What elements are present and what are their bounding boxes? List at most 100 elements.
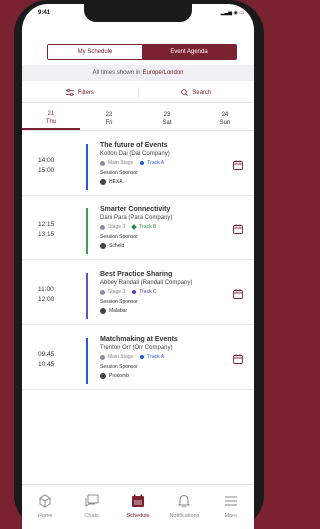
- track-color-bar: [86, 273, 88, 319]
- sponsor-logo-icon: [100, 373, 106, 379]
- track-color-bar: [86, 208, 88, 254]
- day-name: Thu: [45, 118, 57, 125]
- filters-button[interactable]: Filters: [22, 83, 138, 102]
- tab-more-label: More: [224, 513, 238, 519]
- tab-chats[interactable]: Chats: [68, 485, 114, 529]
- session-item[interactable]: 11:00 12:00 Best Practice Sharing Abbey …: [22, 263, 254, 325]
- timezone-prefix: All times shown in: [92, 70, 141, 76]
- timezone-location[interactable]: Europe/London: [142, 70, 183, 76]
- sponsor-name: Scheld: [109, 243, 125, 249]
- day-number: 23: [163, 111, 171, 118]
- day-number: 24: [221, 111, 229, 118]
- session-track: Track A: [147, 354, 165, 360]
- status-bar: 9:41 ▂▃▅ ◉ ▭: [22, 4, 254, 24]
- chats-icon: [85, 494, 99, 507]
- day-tab-21[interactable]: 21 Thu: [22, 107, 80, 130]
- filters-label: Filters: [77, 89, 94, 96]
- my-schedule-tab[interactable]: My Schedule: [48, 45, 142, 59]
- tab-home-label: Home: [37, 513, 53, 519]
- session-track: Track B: [139, 224, 157, 230]
- track-diamond-icon: [131, 224, 138, 230]
- track-dot-icon: [140, 355, 145, 359]
- session-end: 10:45: [38, 361, 55, 368]
- status-time: 9:41: [38, 10, 51, 16]
- sponsor-name: Malabar: [109, 308, 128, 314]
- session-time: 14:00 15:00: [38, 156, 54, 176]
- notch: [84, 4, 192, 22]
- session-sponsor: Procomb: [100, 373, 129, 379]
- schedule-icon: [132, 494, 145, 507]
- tab-more[interactable]: More: [208, 485, 254, 529]
- search-icon: [181, 89, 189, 96]
- session-meta: Stage 3 Track B: [100, 224, 156, 230]
- session-end: 15:00: [38, 167, 55, 174]
- sponsor-logo-icon: [100, 179, 106, 185]
- add-to-calendar-icon[interactable]: [233, 289, 243, 299]
- session-meta: Main Stage Track A: [100, 354, 164, 360]
- session-meta: Stage 3 Track C: [100, 289, 157, 295]
- track-dot-icon: [140, 161, 145, 165]
- session-title: Best Practice Sharing: [100, 271, 173, 278]
- bell-icon: [178, 494, 191, 508]
- event-agenda-tab[interactable]: Event Agenda: [142, 45, 236, 59]
- session-title: Smarter Connectivity: [100, 206, 171, 213]
- session-track: Track A: [147, 160, 165, 166]
- app-screen: 9:41 ▂▃▅ ◉ ▭ My Schedule Event Agenda Al…: [22, 4, 254, 529]
- sponsor-label: Session Sponsor: [100, 234, 138, 240]
- sponsor-logo-icon: [100, 243, 106, 249]
- location-pin-icon: [100, 354, 105, 360]
- session-title: The future of Events: [100, 142, 168, 149]
- session-sponsor: Malabar: [100, 308, 127, 314]
- tab-notifications[interactable]: Notifications: [161, 485, 207, 529]
- tab-home[interactable]: Home: [22, 485, 68, 529]
- day-name: Fri: [105, 119, 113, 126]
- session-item[interactable]: 09:45 10:45 Matchmaking at Events Trento…: [22, 328, 254, 390]
- add-to-calendar-icon[interactable]: [233, 354, 243, 364]
- session-end: 12:00: [38, 296, 55, 303]
- track-color-bar: [86, 338, 88, 384]
- session-meta: Main Stage Track A: [100, 160, 164, 166]
- session-start: 14:00: [38, 157, 55, 164]
- session-start: 09:45: [38, 351, 55, 358]
- sponsor-logo-icon: [100, 308, 106, 314]
- sponsor-label: Session Sponsor: [100, 299, 138, 305]
- session-speaker: Abbey Randall (Randall Company): [100, 280, 193, 286]
- location-pin-icon: [100, 160, 105, 166]
- home-icon: [39, 494, 51, 508]
- add-to-calendar-icon[interactable]: [233, 160, 243, 170]
- search-button[interactable]: Search: [139, 83, 255, 102]
- day-tab-22[interactable]: 22 Fri: [80, 107, 138, 130]
- tab-schedule[interactable]: Schedule: [115, 485, 161, 529]
- day-number: 22: [105, 111, 113, 118]
- session-time: 11:00 12:00: [38, 285, 54, 305]
- day-name: Sun: [219, 119, 231, 126]
- sponsor-name: Procomb: [109, 373, 130, 379]
- session-end: 13:15: [38, 231, 55, 238]
- session-start: 11:00: [38, 286, 54, 293]
- session-start: 12:15: [38, 221, 55, 228]
- session-room: Stage 3: [108, 289, 126, 295]
- session-item[interactable]: 14:00 15:00 The future of Events Kolton …: [22, 134, 254, 196]
- track-dot-icon: [132, 290, 137, 294]
- session-room: Main Stage: [108, 354, 134, 360]
- day-tab-23[interactable]: 23 Sat: [138, 107, 196, 130]
- timezone-bar: All times shown in Europe/London: [22, 65, 254, 81]
- session-title: Matchmaking at Events: [100, 336, 178, 343]
- day-name: Sat: [162, 119, 172, 126]
- day-number: 21: [47, 110, 55, 117]
- day-tab-24[interactable]: 24 Sun: [196, 107, 254, 130]
- session-item[interactable]: 12:15 13:15 Smarter Connectivity Dani Pa…: [22, 198, 254, 260]
- session-speaker: Kolton Dai (Dai Company): [100, 151, 170, 157]
- location-pin-icon: [100, 289, 105, 295]
- schedule-toggle: My Schedule Event Agenda: [47, 44, 237, 60]
- session-speaker: Dani Para (Para Company): [100, 215, 173, 221]
- session-time: 12:15 13:15: [38, 220, 54, 240]
- sponsor-name: HEXA: [109, 179, 123, 185]
- toolbar: Filters Search: [22, 83, 254, 103]
- add-to-calendar-icon[interactable]: [233, 224, 243, 234]
- tab-notifications-label: Notifications: [169, 513, 200, 519]
- session-sponsor: Scheld: [100, 243, 124, 249]
- session-track: Track C: [139, 289, 157, 295]
- bottom-tab-bar: Home Chats Schedule Notifications More: [22, 484, 254, 529]
- sponsor-label: Session Sponsor: [100, 364, 138, 370]
